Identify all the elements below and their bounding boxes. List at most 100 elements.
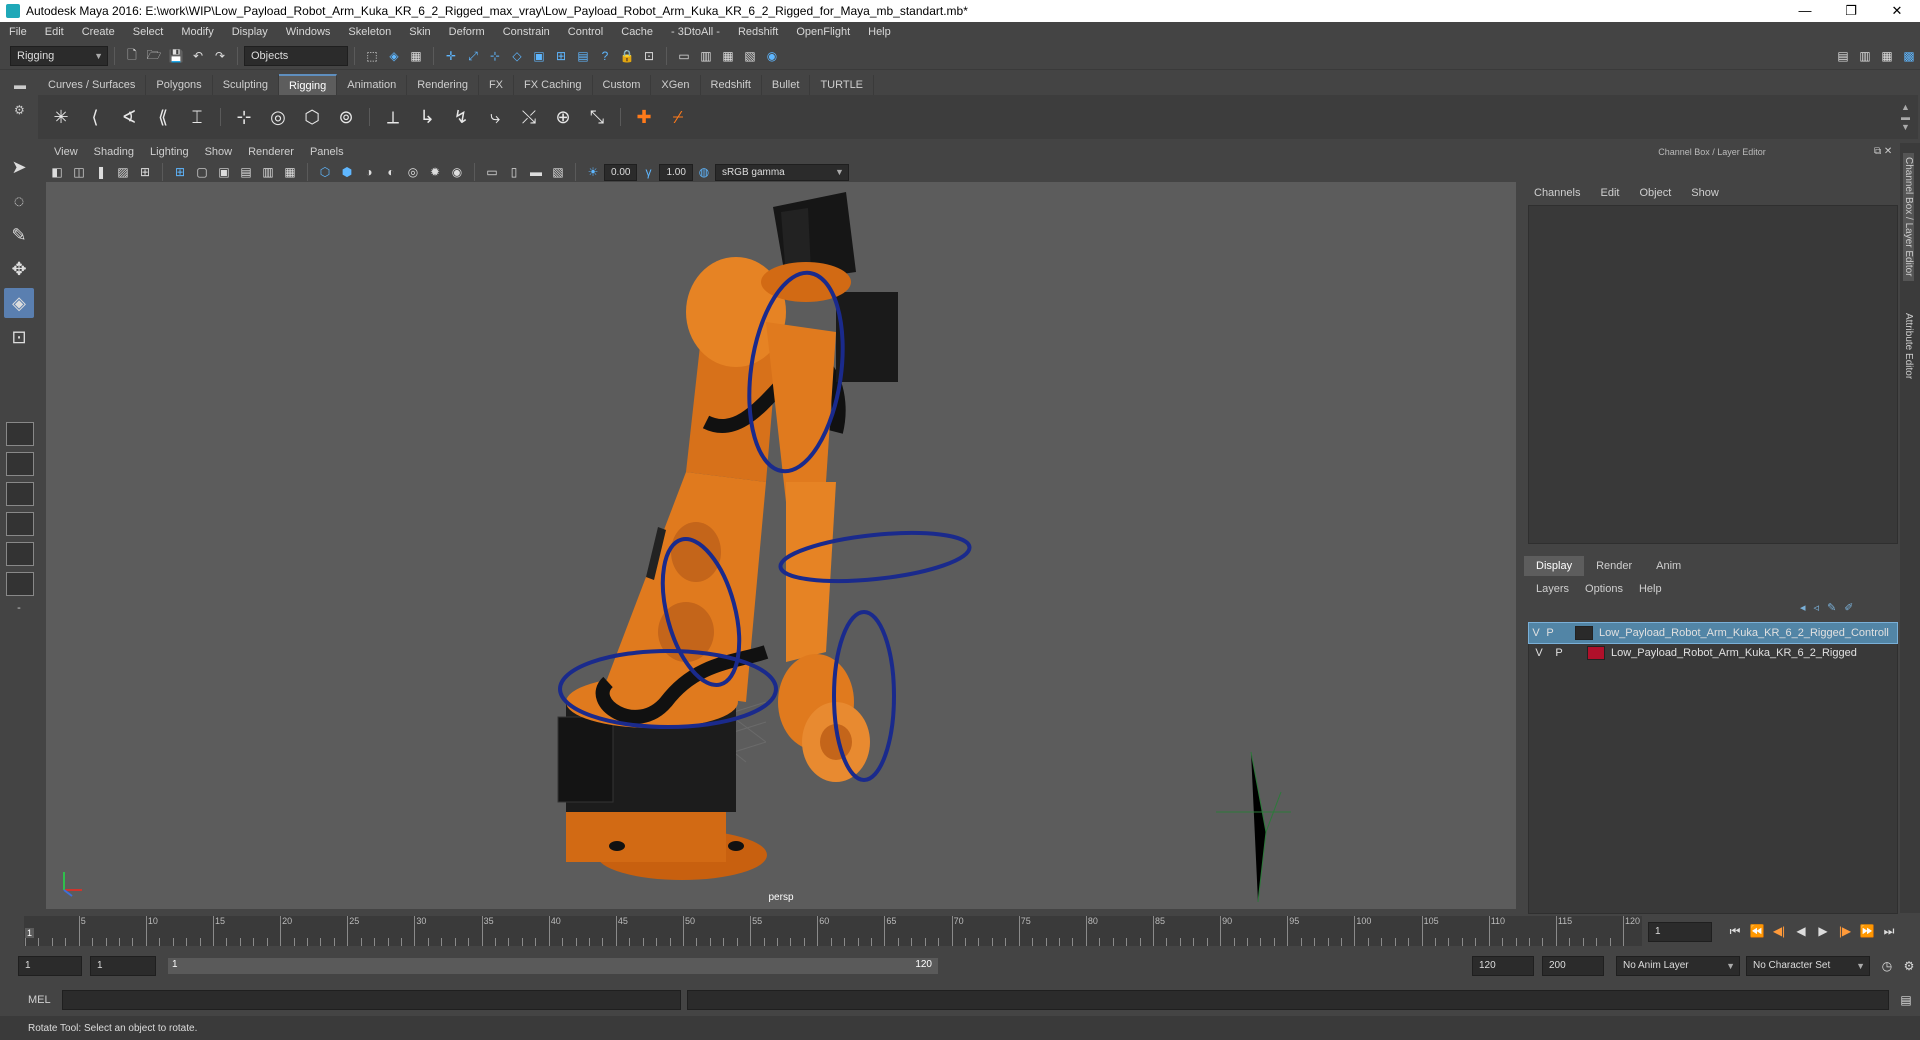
channel-box-icon[interactable]: ▩: [1900, 47, 1918, 65]
ambient-occlusion-icon[interactable]: ◐: [382, 163, 400, 181]
ipr-render-icon[interactable]: ▦: [719, 47, 737, 65]
move-layer-down-icon[interactable]: ◃: [1814, 601, 1820, 614]
color-management-icon[interactable]: ◍: [695, 163, 713, 181]
tab-fx[interactable]: FX: [479, 75, 515, 95]
tab-anim[interactable]: Anim: [1644, 556, 1693, 576]
lock-icon[interactable]: 🔒: [618, 47, 636, 65]
wireframe-icon[interactable]: ⊞: [171, 163, 189, 181]
grid-toggle-icon[interactable]: ⊞: [136, 163, 154, 181]
cluster-icon[interactable]: ⊹: [229, 102, 259, 132]
symmetry-icon[interactable]: ⊡: [640, 47, 658, 65]
image-plane-icon[interactable]: ▨: [114, 163, 132, 181]
anim-layer-dropdown[interactable]: No Anim Layer ▼: [1616, 956, 1740, 976]
redo-icon[interactable]: ↷: [211, 47, 229, 65]
layer-row[interactable]: V P Low_Payload_Robot_Arm_Kuka_KR_6_2_Ri…: [1529, 643, 1897, 663]
le-menu-layers[interactable]: Layers: [1528, 580, 1577, 598]
current-frame-marker[interactable]: 1: [25, 928, 35, 938]
menu-select[interactable]: Select: [124, 22, 173, 43]
tab-rigging[interactable]: Rigging: [278, 74, 338, 96]
le-menu-options[interactable]: Options: [1577, 580, 1631, 598]
four-pane-layout-icon[interactable]: [6, 452, 34, 476]
viewport-menu-shading[interactable]: Shading: [86, 143, 142, 162]
menu-skeleton[interactable]: Skeleton: [339, 22, 400, 43]
gamma-field[interactable]: 1.00: [659, 163, 693, 181]
snap-point-icon[interactable]: ⊹: [486, 47, 504, 65]
menu-3dtoall[interactable]: - 3DtoAll -: [662, 22, 729, 43]
gate-mask-icon[interactable]: ▬: [527, 163, 545, 181]
range-slider-end[interactable]: 120: [915, 959, 932, 970]
menu-file[interactable]: File: [0, 22, 36, 43]
tab-animation[interactable]: Animation: [337, 75, 408, 95]
command-language-label[interactable]: MEL: [28, 994, 62, 1006]
menu-control[interactable]: Control: [559, 22, 612, 43]
menu-deform[interactable]: Deform: [440, 22, 494, 43]
viewport-menu-renderer[interactable]: Renderer: [240, 143, 302, 162]
single-pane-layout-icon[interactable]: [6, 422, 34, 446]
shelf-menu-icon[interactable]: ▬: [14, 75, 36, 95]
cb-menu-show[interactable]: Show: [1681, 184, 1729, 202]
modeling-toolkit-icon[interactable]: ▤: [1834, 47, 1852, 65]
connect-joint-icon[interactable]: ⤷: [480, 102, 510, 132]
viewport-persp[interactable]: persp: [46, 182, 1516, 909]
cb-menu-object[interactable]: Object: [1629, 184, 1681, 202]
isolate-select-icon[interactable]: ⬡: [316, 163, 334, 181]
hypershade-persp-layout-icon[interactable]: [6, 572, 34, 596]
tab-render[interactable]: Render: [1584, 556, 1644, 576]
script-editor-icon[interactable]: ▤: [1897, 991, 1915, 1009]
wrap-deformer-icon[interactable]: ⊚: [331, 102, 361, 132]
xray-icon[interactable]: ⬢: [338, 163, 356, 181]
menu-display[interactable]: Display: [223, 22, 277, 43]
pole-vector-icon[interactable]: ⌿: [663, 102, 693, 132]
viewport-menu-lighting[interactable]: Lighting: [142, 143, 197, 162]
panel-float-close-icon[interactable]: ⧉ ✕: [1874, 146, 1892, 157]
menu-modify[interactable]: Modify: [172, 22, 222, 43]
tab-bullet[interactable]: Bullet: [762, 75, 811, 95]
tab-turtle[interactable]: TURTLE: [810, 75, 875, 95]
resolution-gate-icon[interactable]: ▯: [505, 163, 523, 181]
layer-color-swatch[interactable]: [1587, 646, 1605, 660]
paint-select-icon[interactable]: ✎: [4, 220, 34, 250]
move-layer-up-icon[interactable]: ◂: [1800, 601, 1806, 614]
shadows-icon[interactable]: ▦: [281, 163, 299, 181]
camera-select-icon[interactable]: ◧: [48, 163, 66, 181]
antialiasing-icon[interactable]: ✹: [426, 163, 444, 181]
point-constraint-icon[interactable]: ⊕: [548, 102, 578, 132]
select-tool-icon[interactable]: ➤: [4, 152, 34, 182]
go-to-start-icon[interactable]: ⏮: [1724, 921, 1746, 941]
viewport-menu-panels[interactable]: Panels: [302, 143, 352, 162]
save-scene-icon[interactable]: 💾: [167, 47, 185, 65]
tab-fx-caching[interactable]: FX Caching: [514, 75, 593, 95]
playback-end-field[interactable]: 120: [1472, 956, 1534, 976]
viewport-menu-view[interactable]: View: [46, 143, 86, 162]
selection-mode-dropdown[interactable]: Objects: [244, 46, 348, 66]
snap-grid-icon[interactable]: ✛: [442, 47, 460, 65]
exposure-field[interactable]: 0.00: [604, 163, 638, 181]
menu-openflight[interactable]: OpenFlight: [787, 22, 859, 43]
viewport-menu-show[interactable]: Show: [197, 143, 241, 162]
two-pane-side-layout-icon[interactable]: [6, 482, 34, 506]
menu-skin[interactable]: Skin: [400, 22, 439, 43]
tab-rendering[interactable]: Rendering: [407, 75, 479, 95]
xray-joints-icon[interactable]: ◑: [360, 163, 378, 181]
blend-shape-icon[interactable]: ⤯: [514, 102, 544, 132]
mirror-joint-icon[interactable]: ↳: [412, 102, 442, 132]
graph-persp-layout-icon[interactable]: [6, 542, 34, 566]
minimize-button[interactable]: —: [1782, 0, 1828, 22]
range-slider[interactable]: 1 120: [168, 958, 938, 974]
outliner-persp-layout-icon[interactable]: [6, 512, 34, 536]
tab-display[interactable]: Display: [1524, 556, 1585, 576]
menuset-dropdown[interactable]: Rigging ▼: [10, 46, 108, 66]
tab-xgen[interactable]: XGen: [651, 75, 701, 95]
shelf-options-icon[interactable]: ⚙: [14, 95, 36, 125]
history-icon[interactable]: ?: [596, 47, 614, 65]
layer-playback-toggle[interactable]: P: [1549, 647, 1569, 659]
current-frame-field[interactable]: 1: [1648, 922, 1712, 942]
move-tool-icon[interactable]: ✥: [4, 254, 34, 284]
menu-constrain[interactable]: Constrain: [494, 22, 559, 43]
menu-redshift[interactable]: Redshift: [729, 22, 787, 43]
parent-constraint-icon[interactable]: ✚: [629, 102, 659, 132]
animation-start-field[interactable]: 1: [18, 956, 82, 976]
side-tab-attribute-editor[interactable]: Attribute Editor: [1903, 313, 1914, 379]
menu-edit[interactable]: Edit: [36, 22, 73, 43]
tool-settings-icon[interactable]: ▦: [1878, 47, 1896, 65]
